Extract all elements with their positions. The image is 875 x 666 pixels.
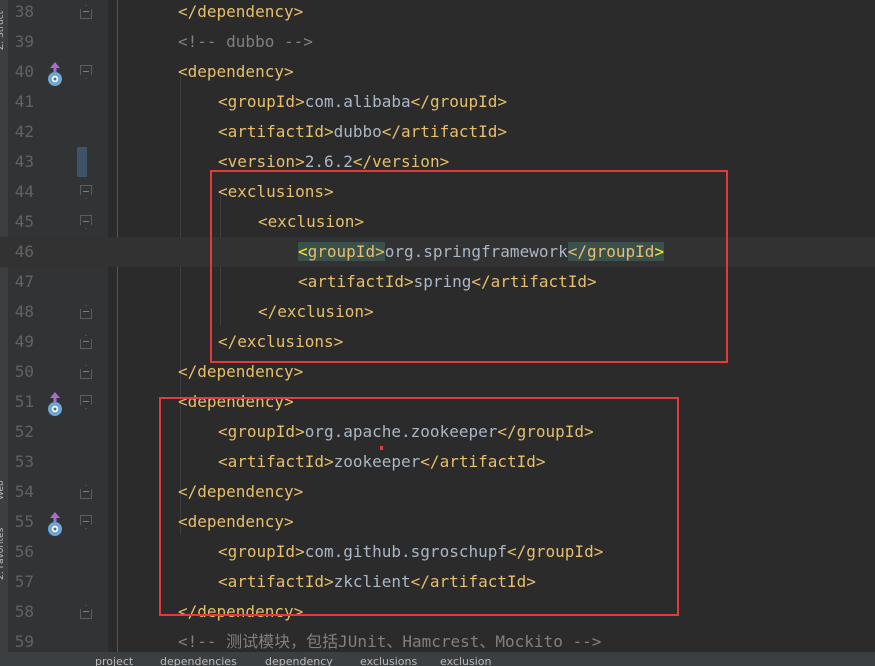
line-number: 54 [8, 477, 34, 507]
token-comment: <!-- 测试模块，包括JUnit、Hamcrest、Mockito --> [178, 632, 601, 651]
fold-end-icon[interactable] [80, 365, 92, 379]
maven-navigate-up-icon[interactable] [45, 391, 65, 417]
line-number: 46 [8, 237, 34, 267]
breadcrumb-item[interactable]: project [95, 655, 133, 666]
fold-collapse-icon[interactable] [80, 65, 92, 79]
token-tag: <dependency> [178, 62, 294, 81]
code-text: <artifactId>dubbo</artifactId> [218, 117, 507, 147]
change-marker[interactable] [77, 147, 87, 177]
line-number: 39 [8, 27, 34, 57]
fold-collapse-icon[interactable] [80, 515, 92, 529]
token-tag: <version> [218, 152, 305, 171]
line-number: 48 [8, 297, 34, 327]
breadcrumb-item[interactable]: exclusion [440, 655, 491, 666]
token-tag: </dependency> [178, 2, 303, 21]
line-number: 42 [8, 117, 34, 147]
token-tag: <groupId> [218, 92, 305, 111]
line-number: 57 [8, 567, 34, 597]
line-number: 53 [8, 447, 34, 477]
breadcrumb: project dependencies dependency exclusions e… [0, 652, 875, 666]
fold-collapse-icon[interactable] [80, 215, 92, 229]
line-number: 40 [8, 57, 34, 87]
token-tag: </dependency> [178, 362, 303, 381]
fold-end-icon[interactable] [80, 605, 92, 619]
code-line[interactable]: 42 <artifactId>dubbo</artifactId> [0, 117, 875, 147]
line-number: 51 [8, 387, 34, 417]
token-tag: <artifactId> [218, 122, 334, 141]
line-number: 56 [8, 537, 34, 567]
token-comment: <!-- dubbo --> [178, 32, 313, 51]
line-number: 44 [8, 177, 34, 207]
fold-collapse-icon[interactable] [80, 395, 92, 409]
annotation-box-exclusions [210, 170, 728, 363]
code-text: <!-- dubbo --> [178, 27, 313, 57]
breadcrumb-item[interactable]: exclusions [360, 655, 417, 666]
fold-end-icon[interactable] [80, 5, 92, 19]
code-text: <dependency> [178, 57, 294, 87]
code-line[interactable]: 38 </dependency> [0, 0, 875, 27]
line-number: 38 [8, 0, 34, 27]
fold-end-icon[interactable] [80, 335, 92, 349]
maven-navigate-up-icon[interactable] [45, 511, 65, 537]
line-number: 47 [8, 267, 34, 297]
line-number: 49 [8, 327, 34, 357]
line-number: 50 [8, 357, 34, 387]
token-text: com.alibaba [305, 92, 411, 111]
token-tag: </groupId> [411, 92, 507, 111]
code-line[interactable]: 40 <dependency> [0, 57, 875, 87]
line-number: 45 [8, 207, 34, 237]
code-text: <groupId>com.alibaba</groupId> [218, 87, 507, 117]
breadcrumb-item[interactable]: dependency [265, 655, 333, 666]
breadcrumb-item[interactable]: dependencies [160, 655, 237, 666]
line-number: 55 [8, 507, 34, 537]
line-number: 41 [8, 87, 34, 117]
annotation-dot [380, 446, 383, 450]
code-line[interactable]: 39 <!-- dubbo --> [0, 27, 875, 57]
maven-navigate-up-icon[interactable] [45, 61, 65, 87]
token-text: dubbo [334, 122, 382, 141]
fold-end-icon[interactable] [80, 485, 92, 499]
line-number: 58 [8, 597, 34, 627]
code-line[interactable]: 41 <groupId>com.alibaba</groupId> [0, 87, 875, 117]
line-number: 43 [8, 147, 34, 177]
token-tag: </version> [353, 152, 449, 171]
token-text: 2.6.2 [305, 152, 353, 171]
annotation-box-zookeeper [159, 397, 679, 616]
fold-collapse-icon[interactable] [80, 185, 92, 199]
token-tag: </artifactId> [382, 122, 507, 141]
code-text: </dependency> [178, 0, 303, 27]
line-number: 52 [8, 417, 34, 447]
fold-end-icon[interactable] [80, 305, 92, 319]
